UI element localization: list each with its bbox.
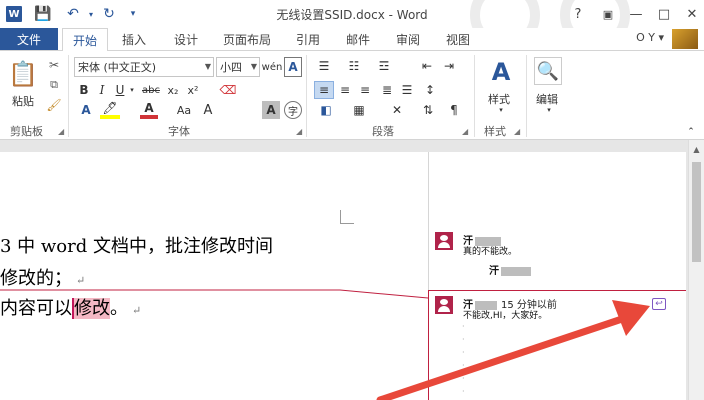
vertical-scrollbar[interactable]: ▲ [688,140,704,400]
scroll-up-icon[interactable]: ▲ [689,142,704,156]
callout-arrow-shaft [376,314,629,400]
annotation-overlay [0,289,650,400]
tab-home[interactable]: 开始 [62,28,108,51]
scroll-thumb[interactable] [692,162,701,262]
comment-connector-line [0,289,429,299]
